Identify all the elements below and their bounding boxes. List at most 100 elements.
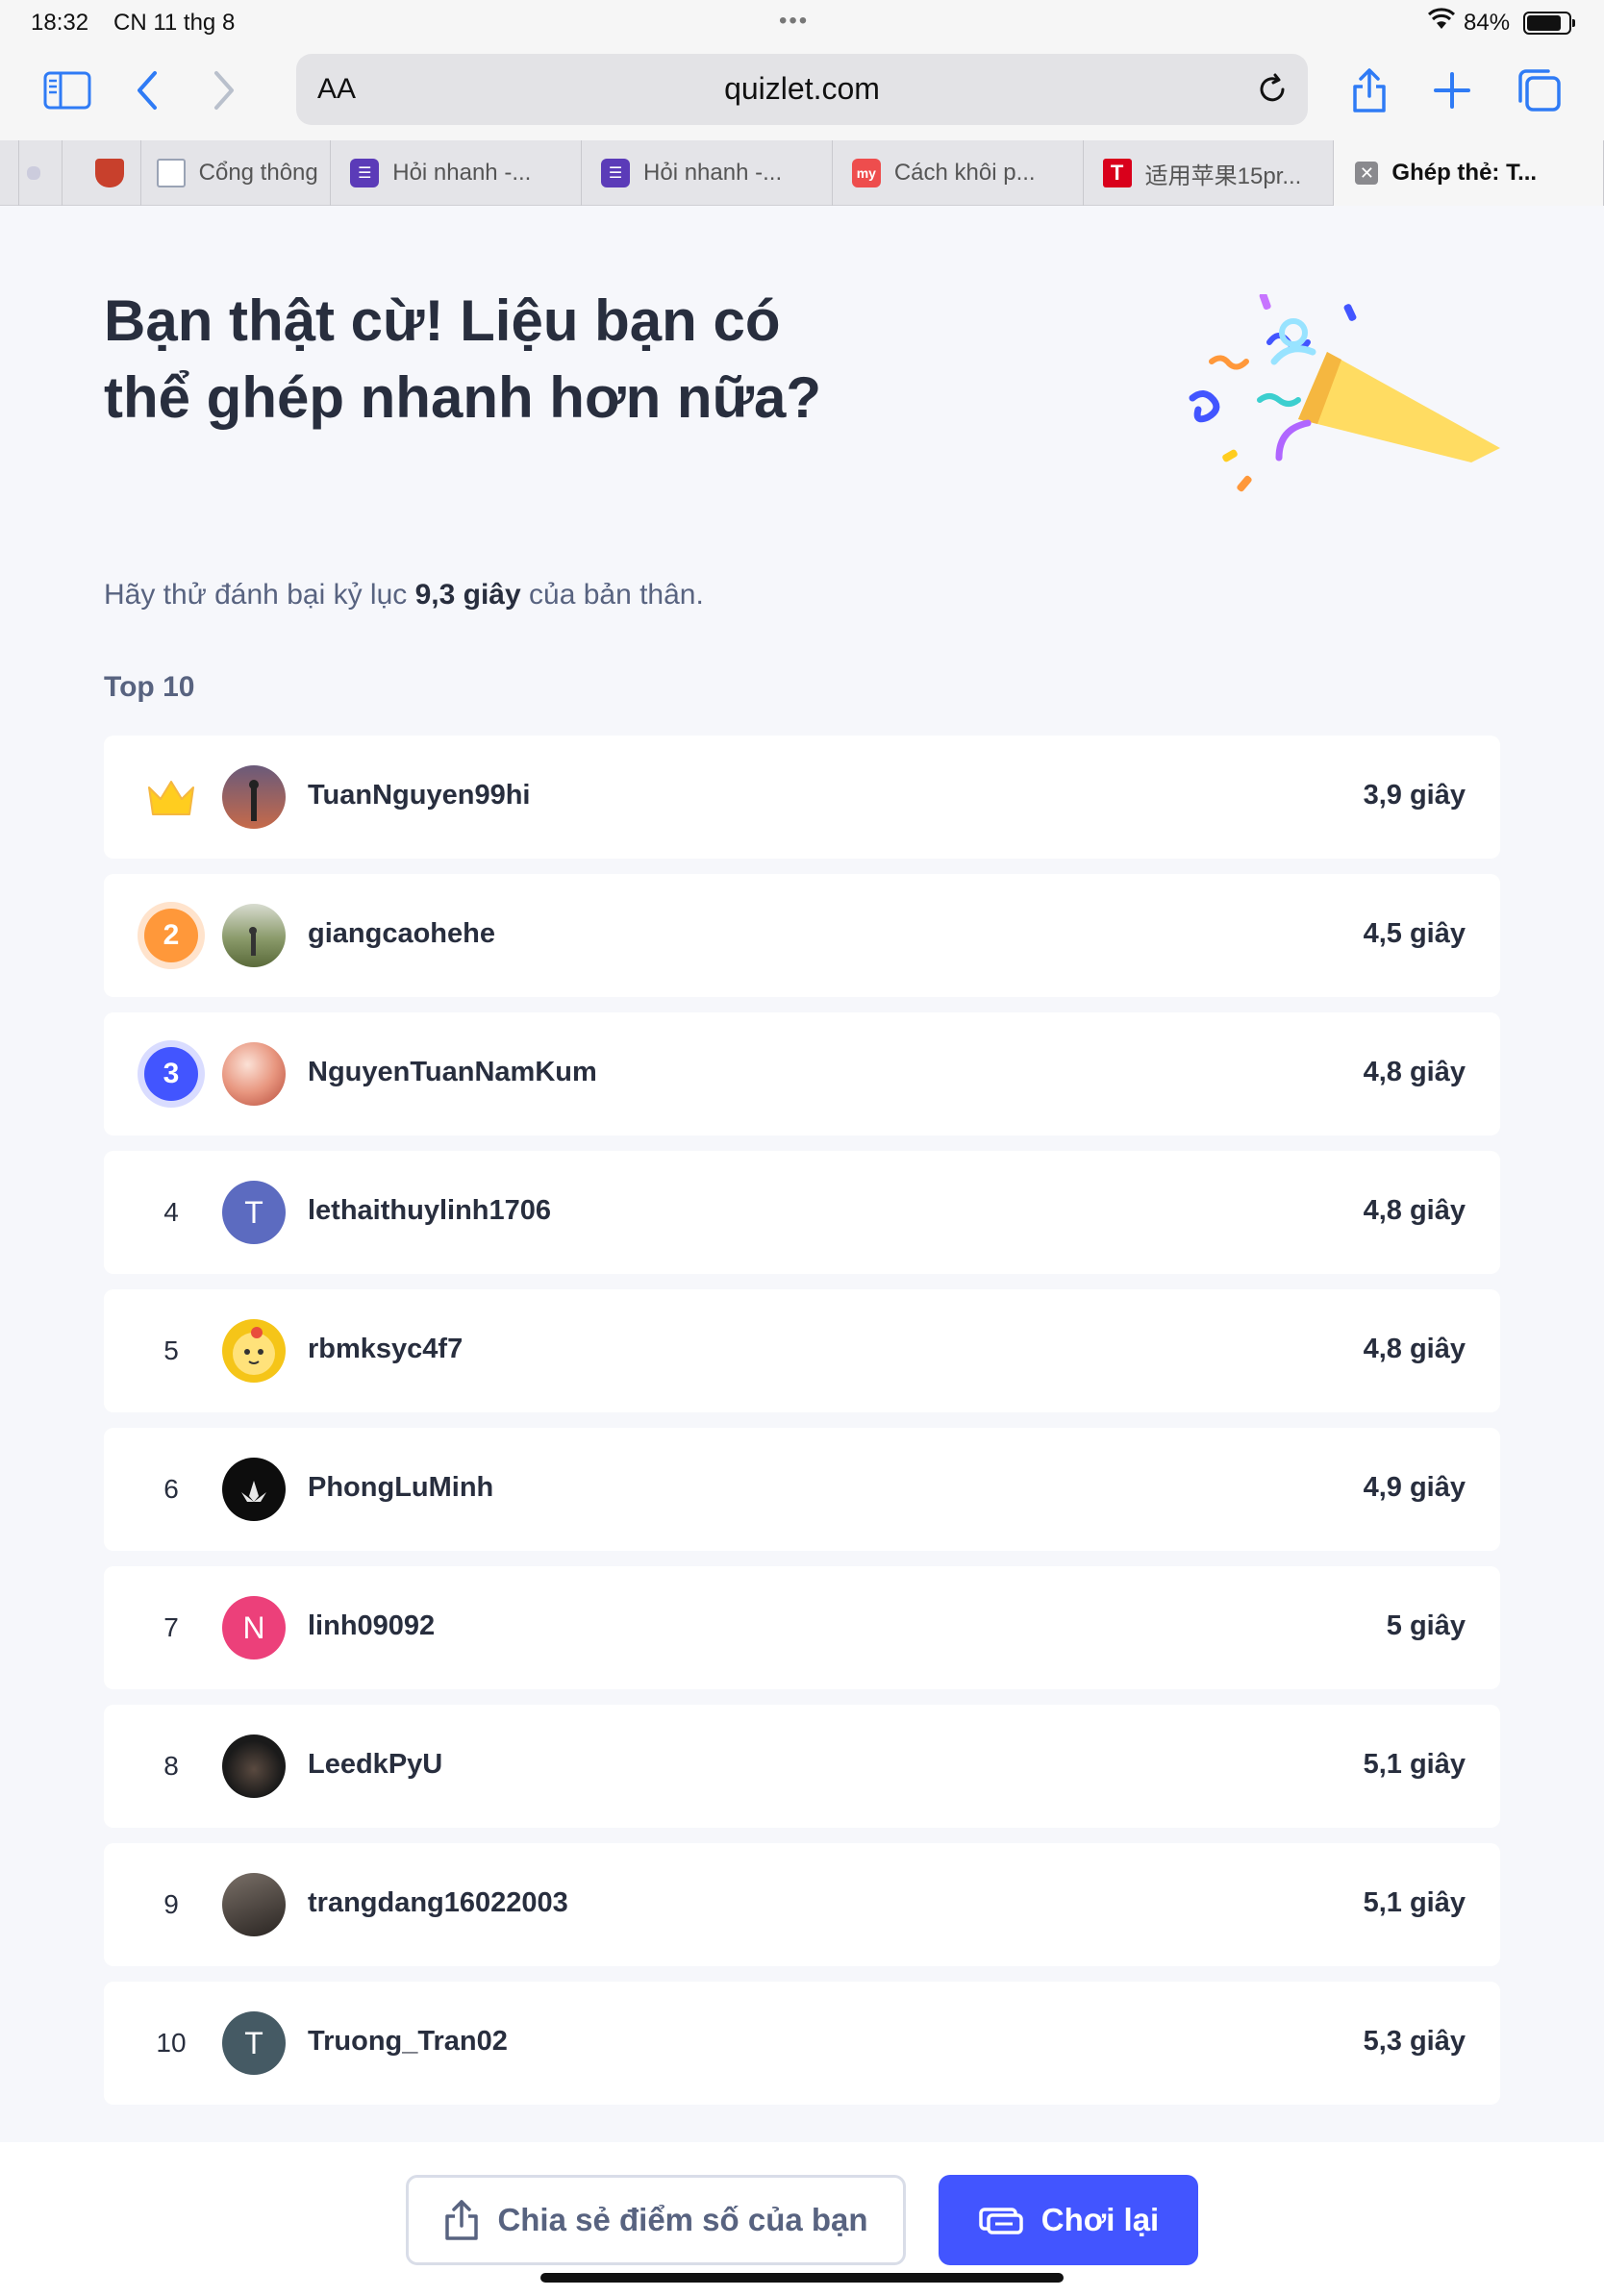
battery-percent: 84% [1464,10,1511,36]
leaderboard-row: 3 NguyenTuanNamKum 4,8 giây [104,1012,1500,1136]
tab-2[interactable]: Cổng thông [141,140,332,206]
tab-label: Ghép thẻ: T... [1391,160,1538,186]
tab-3[interactable]: ☰ Hỏi nhanh -... [331,140,583,206]
share-score-button[interactable]: Chia sẻ điểm số của bạn [406,2175,906,2265]
footer-bar: Chia sẻ điểm số của bạn Chơi lại [0,2142,1604,2296]
status-bar: 18:32 CN 11 thg 8 ••• 84% [0,0,1604,46]
tab-6[interactable]: T 适用苹果15pr... [1084,140,1335,206]
username[interactable]: lethaithuylinh1706 [308,1195,551,1227]
cards-icon [979,2208,1023,2234]
rank-number: 8 [163,1751,179,1781]
time-value: 3,9 giây [1363,780,1466,811]
time-value: 5 giây [1386,1610,1466,1641]
time-value: 4,9 giây [1363,1472,1466,1503]
play-again-label: Chơi lại [1040,2202,1160,2237]
rank-number: 9 [163,1889,179,1919]
close-tab-icon[interactable]: ✕ [1355,162,1379,185]
username[interactable]: Truong_Tran02 [308,2026,508,2058]
address-bar[interactable]: AA quizlet.com [296,54,1308,125]
share-score-label: Chia sẻ điểm số của bạn [497,2202,868,2237]
wifi-icon [1427,8,1456,29]
avatar: T [222,1181,286,1244]
username[interactable]: TuanNguyen99hi [308,780,531,811]
subtitle-text: của bản thân. [520,579,704,611]
avatar [222,1734,286,1798]
time-value: 4,8 giây [1363,1334,1466,1364]
new-tab-icon[interactable] [1427,65,1477,115]
rank-number: 5 [163,1335,179,1365]
tab-5[interactable]: my Cách khôi p... [833,140,1084,206]
username[interactable]: trangdang16022003 [308,1887,568,1919]
tab-4[interactable]: ☰ Hỏi nhanh -... [582,140,833,206]
personal-record: 9,3 giây [414,579,521,611]
rank-number: 4 [163,1197,179,1227]
rank-medal: 3 [142,1045,200,1103]
username[interactable]: PhongLuMinh [308,1472,493,1504]
time-value: 4,8 giây [1363,1195,1466,1226]
tab-label: Cách khôi p... [893,160,1036,186]
avatar [222,765,286,829]
t-favicon-icon: T [1102,159,1132,187]
multitasking-dots-icon[interactable]: ••• [779,8,809,35]
browser-toolbar: AA quizlet.com [0,46,1604,140]
rank-medal: 2 [142,907,200,964]
page-title: Bạn thật cừ! Liệu bạn có thể ghép nhanh … [104,288,822,430]
silver-medal-badge: 2 [144,909,198,962]
reload-icon[interactable] [1254,71,1291,108]
avatar [222,904,286,967]
avatar [222,1873,286,1936]
my-favicon-icon: my [851,159,881,187]
tab-0[interactable] [19,140,63,206]
url-text: quizlet.com [724,71,880,106]
tabs-overview-icon[interactable] [1514,65,1564,115]
crown-icon [148,781,194,815]
time-value: 5,1 giây [1363,1749,1466,1780]
leaderboard-row: 4 T lethaithuylinh1706 4,8 giây [104,1151,1500,1274]
username[interactable]: linh09092 [308,1610,435,1642]
username[interactable]: LeedkPyU [308,1749,442,1781]
tab-7-active[interactable]: ✕ Ghép thẻ: T... [1334,140,1604,206]
time-value: 4,8 giây [1363,1057,1466,1087]
rank-crown [142,768,200,826]
tab-label: Cổng thông [198,160,318,186]
tab-edge[interactable] [0,140,19,206]
tab-strip: Cổng thông ☰ Hỏi nhanh -... ☰ Hỏi nhanh … [0,140,1604,206]
time-value: 4,5 giây [1363,918,1466,949]
share-icon[interactable] [1344,65,1394,115]
leaderboard-row: 6 PhongLuMinh 4,9 giây [104,1428,1500,1551]
time-value: 5,3 giây [1363,2026,1466,2057]
play-again-button[interactable]: Chơi lại [939,2175,1198,2265]
small-favicon-icon [26,166,40,180]
rank-number: 10 [156,2028,187,2058]
tab-label: Hỏi nhanh -... [643,160,783,186]
leaderboard-row: 7 N linh09092 5 giây [104,1566,1500,1689]
record-subtitle: Hãy thử đánh bại kỷ lục 9,3 giây của bản… [104,579,704,611]
list-favicon-icon: ☰ [601,159,631,187]
time-value: 5,1 giây [1363,1887,1466,1918]
home-indicator[interactable] [540,2273,1064,2283]
crest-favicon-icon [95,159,125,187]
rank-number: 6 [163,1474,179,1504]
status-date: CN 11 thg 8 [113,10,236,36]
avatar: T [222,2011,286,2075]
sidebar-icon[interactable] [42,65,92,115]
subtitle-text: Hãy thử đánh bại kỷ lục [104,579,415,611]
username[interactable]: NguyenTuanNamKum [308,1057,597,1088]
status-time: 18:32 [31,10,89,36]
leaderboard: TuanNguyen99hi 3,9 giây 2 giangcaohehe 4… [104,736,1500,2120]
back-icon[interactable] [123,65,173,115]
avatar: N [222,1596,286,1660]
leaderboard-row: 5 rbmksyc4f7 4,8 giây [104,1289,1500,1412]
tab-1[interactable] [63,140,141,206]
forward-icon[interactable] [198,65,248,115]
list-favicon-icon: ☰ [350,159,380,187]
tab-label: Hỏi nhanh -... [392,160,532,186]
document-favicon-icon [156,159,186,187]
username[interactable]: rbmksyc4f7 [308,1334,463,1365]
avatar [222,1042,286,1106]
tab-label: 适用苹果15pr... [1144,162,1302,189]
username[interactable]: giangcaohehe [308,918,495,950]
avatar [222,1319,286,1383]
leaderboard-row: TuanNguyen99hi 3,9 giây [104,736,1500,859]
share-icon [445,2200,479,2240]
